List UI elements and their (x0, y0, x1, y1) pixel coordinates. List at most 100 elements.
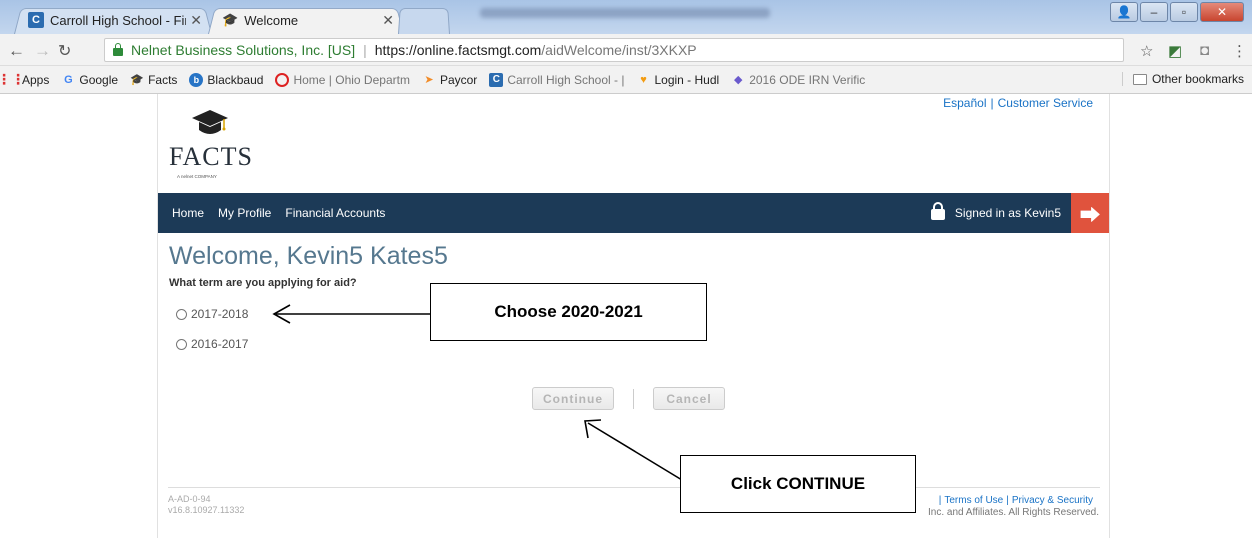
footer-divider (168, 487, 1100, 488)
forward-icon[interactable]: → (34, 41, 51, 61)
espanol-link[interactable]: Español (943, 96, 986, 110)
page-code: A-AD-0-94 (168, 494, 211, 504)
term-radio[interactable] (176, 308, 187, 320)
google-icon: G (64, 73, 73, 86)
hudl-icon: ♥ (640, 73, 647, 86)
apps-grid-icon: ⋮⋮ (0, 71, 25, 87)
callout-click-continue: Click CONTINUE (680, 455, 916, 513)
form-actions: Continue Cancel (532, 387, 725, 410)
term-option-2017-2018[interactable]: 2017-2018 (176, 307, 248, 321)
footer-links: | Terms of Use | Privacy & Security (936, 495, 1093, 506)
browser-toolbar: ← → ↻ Nelnet Business Solutions, Inc. [U… (0, 34, 1252, 66)
other-bookmarks[interactable]: Other bookmarks (1121, 72, 1244, 86)
main-nav: Home My Profile Financial Accounts Signe… (158, 193, 1109, 233)
bookmark-label: Apps (22, 72, 50, 87)
term-question: What term are you applying for aid? (169, 277, 357, 289)
bookmark-label: Carroll High School - | (507, 72, 625, 87)
ohio-icon (275, 72, 290, 87)
sign-out-icon: ⮕ (1080, 204, 1100, 227)
bookmarks-bar: ⋮⋮ Apps G Google 🎓 Facts b Blackbaud Hom… (0, 66, 1252, 94)
folder-icon (1132, 73, 1147, 85)
window-title-blurred (480, 8, 770, 18)
nav-my-profile[interactable]: My Profile (218, 206, 271, 220)
tab-welcome[interactable]: 🎓 Welcome ✕ (208, 6, 404, 34)
star-icon[interactable]: ☆ (1140, 42, 1153, 60)
site-org: Nelnet Business Solutions, Inc. [US] (131, 42, 356, 58)
nav-financial-accounts[interactable]: Financial Accounts (285, 206, 385, 220)
nav-home[interactable]: Home (172, 206, 204, 220)
signed-in-status: Signed in as Kevin5 (930, 202, 1061, 220)
copyright: Inc. and Affiliates. All Rights Reserved… (927, 507, 1099, 518)
close-tab-icon[interactable]: ✕ (190, 12, 202, 29)
browser-titlebar: C Carroll High School - Fin ✕ 🎓 Welcome … (0, 0, 1252, 34)
bookmark-label: Paycor (439, 72, 478, 87)
bookmark-label: Login - Hudl (654, 72, 720, 87)
lock-icon (930, 202, 945, 220)
paycor-icon: ➤ (424, 74, 434, 86)
url-path: /aidWelcome/inst/3XKXP (541, 42, 697, 58)
bookmark-ohio[interactable]: Home | Ohio Departm (275, 72, 410, 87)
user-icon[interactable]: 👤 (1110, 2, 1138, 22)
signed-in-label: Signed in as Kevin5 (954, 205, 1061, 220)
bookmark-label: 2016 ODE IRN Verific (749, 72, 866, 87)
omnibox-separator: | (363, 42, 367, 58)
link-separator: | (990, 96, 994, 110)
footer-version: A-AD-0-94 v16.8.10927.11332 (168, 494, 244, 516)
bookmark-ode[interactable]: ◆ 2016 ODE IRN Verific (731, 73, 865, 87)
close-window-button[interactable]: ✕ (1200, 2, 1244, 22)
other-bookmarks-label: Other bookmarks (1151, 72, 1244, 86)
extension-icon[interactable]: ◩ (1168, 42, 1182, 60)
bookmark-paycor[interactable]: ➤ Paycor (422, 73, 477, 87)
bookmark-hudl[interactable]: ♥ Login - Hudl (636, 73, 719, 87)
reload-icon[interactable]: ↻ (58, 41, 71, 61)
cancel-button[interactable]: Cancel (653, 387, 725, 410)
bookmark-google[interactable]: G Google (61, 73, 118, 87)
link-separator: | (938, 495, 942, 506)
button-divider (633, 388, 634, 409)
link-separator: | (1006, 495, 1009, 506)
term-option-label: 2016-2017 (191, 337, 249, 351)
bookmark-label: Blackbaud (207, 72, 264, 87)
ode-icon: ◆ (733, 74, 743, 86)
extension-icon[interactable]: ◘ (1200, 42, 1209, 59)
new-tab-button[interactable] (398, 6, 450, 34)
url-host: https://online.factsmgt.com (374, 42, 542, 58)
graduation-cap-icon (192, 110, 228, 134)
graduation-cap-icon: 🎓 (130, 74, 144, 86)
tab-carroll-high-school[interactable]: C Carroll High School - Fin ✕ (14, 6, 212, 34)
address-bar[interactable]: Nelnet Business Solutions, Inc. [US] | h… (104, 38, 1124, 62)
customer-service-link[interactable]: Customer Service (998, 96, 1093, 110)
tab-label: Carroll High School - Fin (50, 12, 187, 28)
blackbaud-icon: b (189, 72, 204, 87)
term-option-label: 2017-2018 (191, 307, 249, 321)
term-radio[interactable] (176, 338, 187, 350)
carroll-favicon-icon: C (28, 12, 44, 28)
secure-lock-icon (113, 43, 123, 56)
continue-button[interactable]: Continue (532, 387, 614, 410)
bookmark-label: Google (79, 72, 119, 87)
maximize-button[interactable]: ▫ (1170, 2, 1198, 22)
minimize-button[interactable]: – (1140, 2, 1168, 22)
utility-links: Español | Customer Service (943, 96, 1093, 110)
page-title: Welcome, Kevin5 Kates5 (169, 242, 448, 270)
bookmark-carroll[interactable]: C Carroll High School - | (489, 72, 625, 87)
terms-of-use-link[interactable]: Terms of Use (944, 495, 1003, 506)
app-version: v16.8.10927.11332 (168, 505, 245, 515)
carroll-icon: C (489, 72, 504, 87)
menu-icon[interactable]: ⋮ (1232, 42, 1247, 60)
logo-tagline: A nelnet COMPANY (177, 174, 217, 179)
window-controls: 👤 – ▫ ✕ (1110, 2, 1244, 22)
bookmark-apps[interactable]: ⋮⋮ Apps (0, 71, 50, 87)
bookmark-label: Home | Ohio Departm (293, 72, 410, 87)
logout-button[interactable]: ⮕ (1071, 193, 1109, 233)
bookmark-facts[interactable]: 🎓 Facts (130, 73, 177, 87)
tab-label: Welcome (244, 12, 299, 28)
graduation-cap-icon: 🎓 (222, 12, 239, 27)
privacy-security-link[interactable]: Privacy & Security (1012, 495, 1093, 506)
close-tab-icon[interactable]: ✕ (382, 12, 394, 29)
bookmark-blackbaud[interactable]: b Blackbaud (189, 72, 264, 87)
back-icon[interactable]: ← (8, 41, 25, 61)
term-option-2016-2017[interactable]: 2016-2017 (176, 337, 248, 351)
bookmark-label: Facts (148, 72, 178, 87)
logo-wordmark: FACTS (169, 142, 253, 171)
